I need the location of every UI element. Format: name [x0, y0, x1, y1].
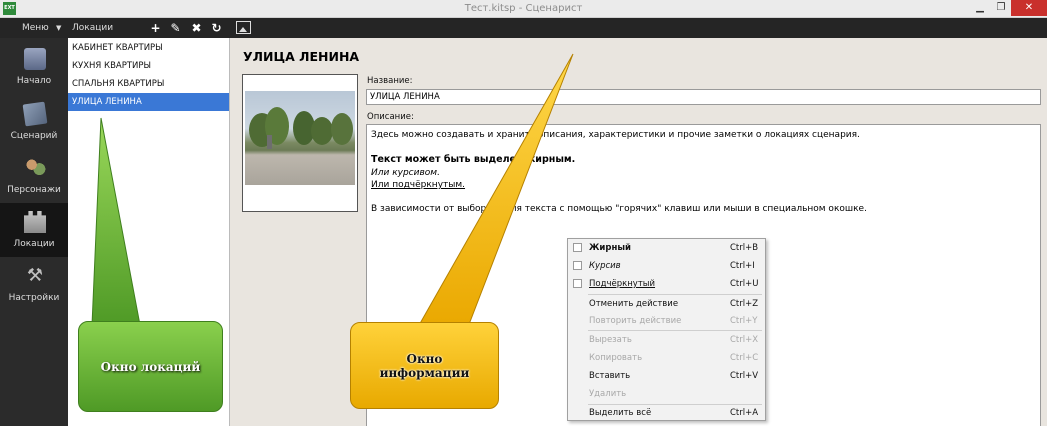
nav-item-label: Начало [16, 76, 52, 86]
menu-item-label: Выделить всё [589, 408, 652, 418]
menu-item-label: Курсив [589, 261, 621, 271]
checkbox[interactable] [573, 279, 582, 288]
checkbox[interactable] [573, 261, 582, 270]
callout-text: Окно [406, 351, 443, 366]
nav-item-label: Сценарий [10, 131, 58, 141]
nav-item-label: Персонажи [7, 185, 61, 195]
add-location-button[interactable]: + [148, 20, 163, 36]
menu-item-label: Подчёркнутый [589, 279, 656, 289]
menu-item-italic[interactable]: Курсив Ctrl+I [568, 257, 765, 275]
menu-item-shortcut: Ctrl+U [730, 279, 759, 289]
description-text: В зависимости от выбора стиля текста с п… [371, 204, 867, 214]
menu-item-redo[interactable]: Повторить действие Ctrl+Y [568, 312, 765, 330]
menu-item-label: Жирный [589, 243, 631, 253]
menu-item-copy[interactable]: Копировать Ctrl+C [568, 349, 765, 367]
nav-item-label: Настройки [8, 293, 60, 303]
delete-location-button[interactable]: ✖ [189, 20, 204, 36]
menu-item-shortcut: Ctrl+X [730, 335, 759, 345]
menu-item-undo[interactable]: Отменить действие Ctrl+Z [568, 295, 765, 313]
menu-item-label: Повторить действие [589, 316, 682, 326]
refresh-button[interactable]: ↻ [209, 20, 224, 36]
location-photo-frame[interactable] [242, 74, 358, 212]
menu-item-label: Отменить действие [589, 299, 679, 309]
edit-location-button[interactable]: ✎ [168, 20, 183, 36]
description-text-bold: Текст может быть выделен жирным. [371, 154, 576, 165]
context-menu: Жирный Ctrl+B Курсив Ctrl+I Подчёркнутый… [567, 238, 766, 421]
menu-item-shortcut: Ctrl+Y [730, 316, 758, 326]
menu-label: Меню [22, 23, 49, 33]
script-icon [22, 101, 48, 127]
menu-item-label: Вставить [589, 371, 631, 381]
info-window-callout: Окно информации [350, 322, 499, 409]
menu-item-delete[interactable]: Удалить [568, 385, 765, 403]
name-input[interactable] [366, 89, 1041, 105]
characters-icon [24, 157, 46, 179]
list-item[interactable]: КУХНЯ КВАРТИРЫ [68, 57, 229, 75]
app-window: EXT Тест.kitsp - Сценарист ▁ ❐ ✕ Меню ▼ … [0, 0, 1047, 426]
description-text-italic: Или курсивом. [371, 168, 440, 178]
list-item-selected[interactable]: УЛИЦА ЛЕНИНА [68, 93, 229, 111]
side-navigation: Начало Сценарий Персонажи Локации ⚒ Наст… [0, 38, 68, 426]
menu-item-cut[interactable]: Вырезать Ctrl+X [568, 331, 765, 349]
menu-item-shortcut: Ctrl+I [730, 261, 755, 271]
menu-item-underline[interactable]: Подчёркнутый Ctrl+U [568, 275, 765, 293]
menu-item-shortcut: Ctrl+A [730, 408, 759, 418]
close-button[interactable]: ✕ [1011, 0, 1047, 16]
settings-icon: ⚒ [26, 265, 44, 286]
description-text-underline: Или подчёркнутым. [371, 180, 466, 190]
callout-text: Окно локаций [100, 359, 201, 374]
locations-window-callout: Окно локаций [78, 321, 223, 412]
menu-item-shortcut: Ctrl+Z [730, 299, 759, 309]
menu-item-paste[interactable]: Вставить Ctrl+V [568, 367, 765, 385]
callout-text: информации [379, 365, 470, 380]
nav-item-locations[interactable]: Локации [0, 203, 68, 257]
locations-panel-label: Локации [72, 23, 114, 33]
menu-bar: Меню ▼ Локации + ✎ ✖ ↻ [0, 18, 1047, 38]
nav-item-script[interactable]: Сценарий [0, 95, 68, 149]
menu-item-label: Вырезать [589, 335, 632, 345]
menu-item-shortcut: Ctrl+B [730, 243, 759, 253]
page-title: УЛИЦА ЛЕНИНА [243, 49, 360, 64]
menu-item-shortcut: Ctrl+C [730, 353, 759, 363]
maximize-button[interactable]: ❐ [991, 0, 1011, 16]
menu-button[interactable]: Меню ▼ [0, 18, 66, 38]
location-photo [245, 91, 355, 185]
menu-item-select-all[interactable]: Выделить всё Ctrl+A [568, 404, 765, 422]
menu-item-label: Копировать [589, 353, 643, 363]
name-label: Название: [367, 76, 413, 86]
nav-item-characters[interactable]: Персонажи [0, 149, 68, 203]
menu-item-shortcut: Ctrl+V [730, 371, 759, 381]
nav-item-label: Локации [13, 239, 55, 249]
window-title: Тест.kitsp - Сценарист [464, 3, 583, 14]
minimize-button[interactable]: ▁ [969, 0, 991, 16]
locations-icon [24, 211, 46, 233]
home-icon [24, 48, 46, 70]
description-text: Здесь можно создавать и хранить описания… [371, 130, 860, 140]
checkbox[interactable] [573, 243, 582, 252]
title-bar: EXT Тест.kitsp - Сценарист ▁ ❐ ✕ [0, 0, 1047, 18]
image-icon[interactable] [236, 21, 251, 34]
list-item[interactable]: СПАЛЬНЯ КВАРТИРЫ [68, 75, 229, 93]
menu-item-bold[interactable]: Жирный Ctrl+B [568, 239, 765, 257]
nav-item-settings[interactable]: ⚒ Настройки [0, 257, 68, 311]
nav-item-start[interactable]: Начало [0, 40, 68, 94]
menu-item-label: Удалить [589, 389, 627, 399]
list-item[interactable]: КАБИНЕТ КВАРТИРЫ [68, 39, 229, 57]
description-label: Описание: [367, 112, 414, 122]
chevron-down-icon: ▼ [56, 24, 62, 32]
